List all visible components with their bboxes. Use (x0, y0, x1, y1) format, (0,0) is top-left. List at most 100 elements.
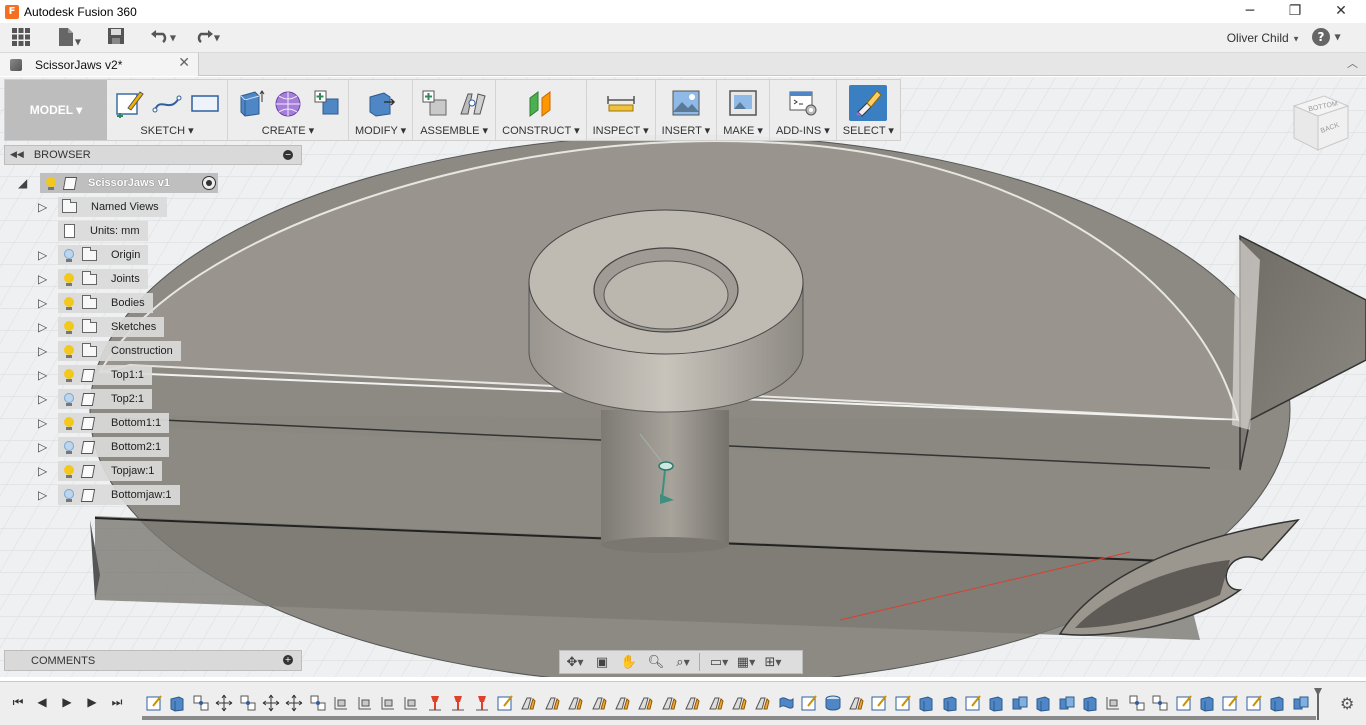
display-settings-icon[interactable]: ▭ ▼ (707, 652, 731, 672)
tree-item-chip[interactable]: Bottom1:1 (58, 413, 170, 433)
tree-item-chip[interactable]: Top2:1 (58, 389, 153, 409)
expand-triangle-icon[interactable]: ▷ (38, 320, 50, 334)
viewports-icon[interactable]: ⊞ ▼ (761, 652, 785, 672)
timeline-feature-red-icon[interactable] (473, 694, 491, 712)
group-label[interactable]: SKETCH ▾ (140, 124, 193, 137)
app-grid-icon[interactable] (10, 27, 32, 49)
visibility-bulb-icon[interactable] (64, 296, 74, 310)
tree-item-chip[interactable]: Top1:1 (58, 365, 153, 385)
expand-triangle-icon[interactable]: ▷ (38, 344, 50, 358)
timeline-feature-align-icon[interactable] (332, 694, 350, 712)
viewport-canvas[interactable] (0, 77, 1366, 677)
play-forward-icon[interactable]: ▶ (84, 694, 100, 710)
group-label[interactable]: CONSTRUCT ▾ (502, 124, 579, 137)
file-menu-button[interactable]: ▼ (54, 27, 84, 49)
rectangle-icon[interactable] (189, 87, 221, 119)
extrude-icon[interactable] (234, 87, 266, 119)
joint-icon[interactable] (457, 87, 489, 119)
expand-triangle-icon[interactable]: ▷ (38, 392, 50, 406)
timeline-feature-align-icon[interactable] (356, 694, 374, 712)
tree-item-row[interactable]: ▷ Named Views (38, 197, 167, 217)
collapse-triangle-icon[interactable]: ◢ (18, 176, 30, 190)
visibility-bulb-icon[interactable] (64, 344, 74, 358)
close-window-button[interactable]: ✕ (1318, 0, 1364, 23)
expand-triangle-icon[interactable]: ▷ (38, 368, 50, 382)
timeline-feature-ext-icon[interactable] (1268, 694, 1286, 712)
help-button[interactable]: ? ▼ (1312, 28, 1352, 48)
add-comment-icon[interactable]: + (283, 655, 293, 665)
timeline-feature-hand-icon[interactable] (543, 694, 561, 712)
group-label[interactable]: ASSEMBLE ▾ (420, 124, 488, 137)
redo-button[interactable]: ▼ (189, 27, 225, 49)
zoom-icon[interactable]: 🔍︎ (644, 652, 668, 672)
tree-item-chip[interactable]: Named Views (58, 197, 167, 217)
group-label[interactable]: SELECT ▾ (843, 124, 894, 137)
timeline-feature-rev-icon[interactable] (777, 694, 795, 712)
timeline-feature-sketch-icon[interactable] (1245, 694, 1263, 712)
tree-item-chip[interactable]: Topjaw:1 (58, 461, 163, 481)
step-back-icon[interactable]: ◀ (34, 694, 50, 710)
form-icon[interactable] (272, 87, 304, 119)
tree-item-chip[interactable]: Construction (58, 341, 181, 361)
gear-icon[interactable]: ⚙ (1340, 694, 1354, 713)
timeline-feature-hand-icon[interactable] (707, 694, 725, 712)
workspace-switcher[interactable]: MODEL ▾ (5, 80, 107, 140)
tree-item-chip[interactable]: Bottom2:1 (58, 437, 170, 457)
create-sketch-icon[interactable] (113, 87, 145, 119)
tree-item-row[interactable]: Units: mm (38, 221, 148, 241)
timeline-feature-ext-icon[interactable] (917, 694, 935, 712)
press-pull-icon[interactable] (365, 87, 397, 119)
3d-print-icon[interactable] (727, 87, 759, 119)
collapse-arrows-icon[interactable]: ◀◀ (10, 150, 24, 160)
new-component-icon[interactable] (310, 87, 342, 119)
timeline-feature-hand-icon[interactable] (847, 694, 865, 712)
timeline-feature-ext-icon[interactable] (941, 694, 959, 712)
look-at-icon[interactable]: ▣ (590, 652, 614, 672)
tree-item-row[interactable]: ▷ Top1:1 (38, 365, 153, 385)
tree-item-row[interactable]: ▷ Origin (38, 245, 149, 265)
tree-item-chip[interactable]: Sketches (58, 317, 165, 337)
timeline-feature-cyl-icon[interactable] (824, 694, 842, 712)
tree-item-row[interactable]: ▷ Bodies (38, 293, 153, 313)
collapse-tabs-icon[interactable]: ︿ (1347, 55, 1358, 71)
measure-icon[interactable] (605, 87, 637, 119)
offset-plane-icon[interactable] (525, 87, 557, 119)
timeline-feature-joint-icon[interactable] (192, 694, 210, 712)
visibility-bulb-icon[interactable] (64, 248, 74, 262)
timeline-feature-sketch-icon[interactable] (800, 694, 818, 712)
spline-icon[interactable] (151, 87, 183, 119)
play-icon[interactable]: ▶ (59, 694, 75, 710)
viewcube[interactable]: BOTTOM BACK (1290, 92, 1352, 154)
timeline-feature-hand-icon[interactable] (590, 694, 608, 712)
timeline-feature-sketch2-icon[interactable] (496, 694, 514, 712)
timeline-feature-extrude-icon[interactable] (168, 694, 186, 712)
select-brush-icon[interactable] (849, 85, 888, 121)
tree-item-chip[interactable]: Units: mm (58, 221, 148, 241)
timeline-feature-sketch-icon[interactable] (964, 694, 982, 712)
timeline-feature-move-icon[interactable] (215, 694, 233, 712)
timeline-feature-hand-icon[interactable] (636, 694, 654, 712)
tree-item-chip[interactable]: Origin (58, 245, 149, 265)
timeline-feature-sketch-icon[interactable] (1221, 694, 1239, 712)
timeline-feature-joint-icon[interactable] (239, 694, 257, 712)
timeline-feature-hand-icon[interactable] (730, 694, 748, 712)
group-label[interactable]: MODIFY ▾ (355, 124, 406, 137)
grid-settings-icon[interactable]: ▦ ▼ (734, 652, 758, 672)
timeline-feature-ext-icon[interactable] (987, 694, 1005, 712)
undo-button[interactable]: ▼ (145, 27, 181, 49)
visibility-bulb-icon[interactable] (64, 488, 74, 502)
timeline-feature-joint-icon[interactable] (309, 694, 327, 712)
minimize-panel-icon[interactable]: − (283, 150, 293, 160)
tree-item-row[interactable]: ▷ Bottom2:1 (38, 437, 170, 457)
timeline-feature-sketch-icon[interactable] (1175, 694, 1193, 712)
tree-root-row[interactable]: ◢ ScissorJaws v1 (18, 173, 218, 193)
group-label[interactable]: INSPECT ▾ (593, 124, 649, 137)
timeline-feature-hand-icon[interactable] (660, 694, 678, 712)
expand-triangle-icon[interactable]: ▷ (38, 464, 50, 478)
group-label[interactable]: MAKE ▾ (723, 124, 763, 137)
timeline-feature-sketch-icon[interactable] (894, 694, 912, 712)
timeline-feature-hand-icon[interactable] (683, 694, 701, 712)
tree-item-row[interactable]: ▷ Bottomjaw:1 (38, 485, 180, 505)
timeline-feature-combine-icon[interactable] (1011, 694, 1029, 712)
timeline-feature-red-icon[interactable] (426, 694, 444, 712)
